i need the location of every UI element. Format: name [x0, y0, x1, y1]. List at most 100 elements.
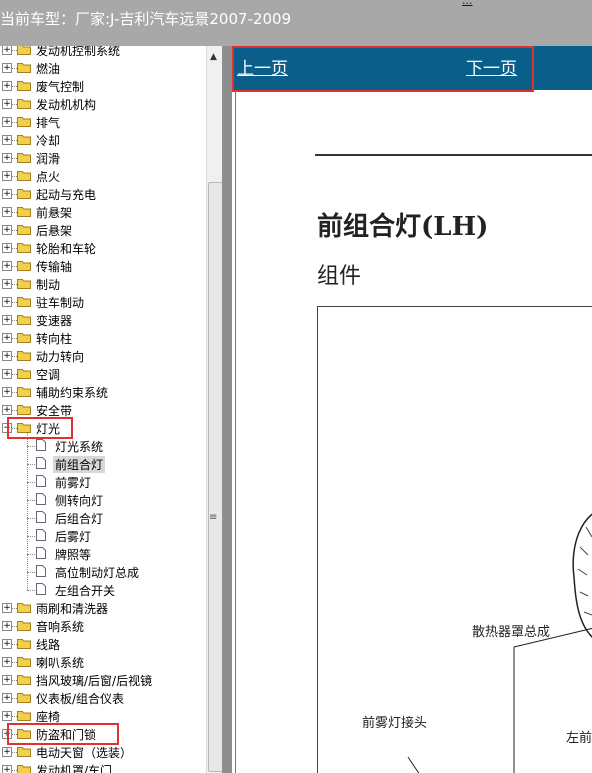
tree-item[interactable]: 左组合开关 — [0, 581, 206, 599]
tree-folder[interactable]: + 空调 — [0, 365, 206, 383]
folder-icon — [17, 387, 31, 397]
tree-item-label: 后组合灯 — [55, 512, 104, 526]
tree-item-label: 灯光系统 — [55, 440, 104, 454]
tree-item[interactable]: 前雾灯 — [0, 473, 206, 491]
tree-folder[interactable]: + 喇叭系统 — [0, 653, 206, 671]
page-icon — [36, 457, 46, 469]
tree-scrollbar[interactable]: ▲ ≡ — [206, 46, 223, 773]
tree-folder[interactable]: + 音响系统 — [0, 617, 206, 635]
tree-item[interactable]: 灯光系统 — [0, 437, 206, 455]
tree-folder[interactable]: + 发动机机构 — [0, 95, 206, 113]
top-link[interactable]: ... — [462, 0, 473, 7]
page-icon — [36, 529, 46, 541]
page-nav-bar: 上一页 下一页 — [232, 46, 592, 92]
tree-folder-label: 前悬架 — [36, 206, 73, 220]
tree-folder-label: 发动机机构 — [36, 98, 97, 112]
tree-item[interactable]: 高位制动灯总成 — [0, 563, 206, 581]
doc-title: 前组合灯(LH) — [317, 212, 489, 242]
expanded-folder-highlight-box — [7, 417, 73, 439]
tree-connector — [27, 482, 35, 483]
folder-icon — [17, 207, 31, 217]
folder-icon — [17, 135, 31, 145]
tree-folder-label: 点火 — [36, 170, 61, 184]
tree-folder[interactable]: + 雨刷和清洗器 — [0, 599, 206, 617]
folder-icon — [17, 657, 31, 667]
folder-icon — [17, 315, 31, 325]
tree-folder-label: 起动与充电 — [36, 188, 97, 202]
tree-folder-label: 后悬架 — [36, 224, 73, 238]
tree-folder-label: 音响系统 — [36, 620, 85, 634]
content-pane: 上一页 下一页 前组合灯(LH) 组件 散热器罩总成 前雾灯接头 左前 — [232, 46, 592, 773]
tree-item-label: 牌照等 — [55, 548, 92, 562]
tree-folder[interactable]: + 线路 — [0, 635, 206, 653]
folder-highlight-box — [7, 723, 119, 745]
tree-folder[interactable]: + 前悬架 — [0, 203, 206, 221]
tree-item[interactable]: 后组合灯 — [0, 509, 206, 527]
folder-icon — [17, 675, 31, 685]
folder-icon — [17, 225, 31, 235]
tree-folder[interactable]: + 转向柱 — [0, 329, 206, 347]
tree-item[interactable]: 后雾灯 — [0, 527, 206, 545]
folder-icon — [17, 621, 31, 631]
tree-folder-label: 发动机控制系统 — [36, 46, 121, 58]
folder-icon — [17, 117, 31, 127]
tree-folder[interactable]: + 起动与充电 — [0, 185, 206, 203]
tree-folder-label: 空调 — [36, 368, 61, 382]
tree-folder[interactable]: + 冷却 — [0, 131, 206, 149]
tree-item-label: 侧转向灯 — [55, 494, 104, 508]
tree-folder[interactable]: + 排气 — [0, 113, 206, 131]
folder-icon — [17, 711, 31, 721]
tree-item[interactable]: 侧转向灯 — [0, 491, 206, 509]
scroll-thumb[interactable] — [208, 182, 223, 772]
tree-folder-label: 废气控制 — [36, 80, 85, 94]
folder-icon — [17, 46, 31, 55]
window-title: 当前车型：厂家:J-吉利汽车远景2007-2009 — [0, 10, 292, 28]
tree-folder[interactable]: + 燃油 — [0, 59, 206, 77]
tree-folder[interactable]: + 驻车制动 — [0, 293, 206, 311]
scroll-up-icon[interactable]: ▲ — [210, 52, 217, 62]
pane-divider[interactable] — [222, 46, 232, 773]
header-rule — [315, 154, 592, 156]
tree-folder-label: 转向柱 — [36, 332, 73, 346]
expand-toggle-icon[interactable]: + — [2, 765, 12, 773]
tree-folder[interactable]: + 动力转向 — [0, 347, 206, 365]
tree-folder[interactable]: + 电动天窗（选装） — [0, 743, 206, 761]
tree-folder[interactable]: + 润滑 — [0, 149, 206, 167]
page-icon — [36, 475, 46, 487]
category-tree: + 发动机控制系统 + 燃油 + 废气控制 + 发动机机构 + 排气 + 冷却 + 润滑 + 点火 + 起动与充电… — [0, 46, 206, 773]
folder-icon — [17, 369, 31, 379]
tree-folder-label: 排气 — [36, 116, 61, 130]
tree-folder[interactable]: + 发动机控制系统 — [0, 46, 206, 59]
tree-item-label: 高位制动灯总成 — [55, 566, 140, 580]
tree-item[interactable]: 牌照等 — [0, 545, 206, 563]
title-bar: 当前车型：厂家:J-吉利汽车远景2007-2009 ... — [0, 0, 592, 46]
tree-folder[interactable]: + 发动机罩/车门 — [0, 761, 206, 773]
tree-folder-label: 变速器 — [36, 314, 73, 328]
tree-folder-label: 驻车制动 — [36, 296, 85, 310]
tree-folder[interactable]: + 变速器 — [0, 311, 206, 329]
tree-folder[interactable]: + 轮胎和车轮 — [0, 239, 206, 257]
tree-folder-label: 电动天窗（选装） — [36, 746, 133, 760]
tree-folder[interactable]: + 废气控制 — [0, 77, 206, 95]
tree-folder[interactable]: + 点火 — [0, 167, 206, 185]
tree-connector — [27, 500, 35, 501]
page-icon — [36, 547, 46, 559]
label-fog-connector: 前雾灯接头 — [362, 716, 428, 731]
tree-folder[interactable]: + 挡风玻璃/后窗/后视镜 — [0, 671, 206, 689]
tree-folder-label: 雨刷和清洗器 — [36, 602, 109, 616]
folder-icon — [17, 603, 31, 613]
tree-folder-label: 制动 — [36, 278, 61, 292]
folder-icon — [17, 693, 31, 703]
tree-folder[interactable]: + 传输轴 — [0, 257, 206, 275]
tree-connector — [27, 446, 35, 447]
folder-icon — [17, 405, 31, 415]
folder-icon — [17, 153, 31, 163]
folder-icon — [17, 99, 31, 109]
tree-folder[interactable]: + 仪表板/组合仪表 — [0, 689, 206, 707]
page-icon — [36, 565, 46, 577]
tree-folder[interactable]: + 后悬架 — [0, 221, 206, 239]
tree-item[interactable]: 前组合灯 — [0, 455, 206, 473]
folder-icon — [17, 81, 31, 91]
tree-folder[interactable]: + 制动 — [0, 275, 206, 293]
tree-folder[interactable]: + 辅助约束系统 — [0, 383, 206, 401]
